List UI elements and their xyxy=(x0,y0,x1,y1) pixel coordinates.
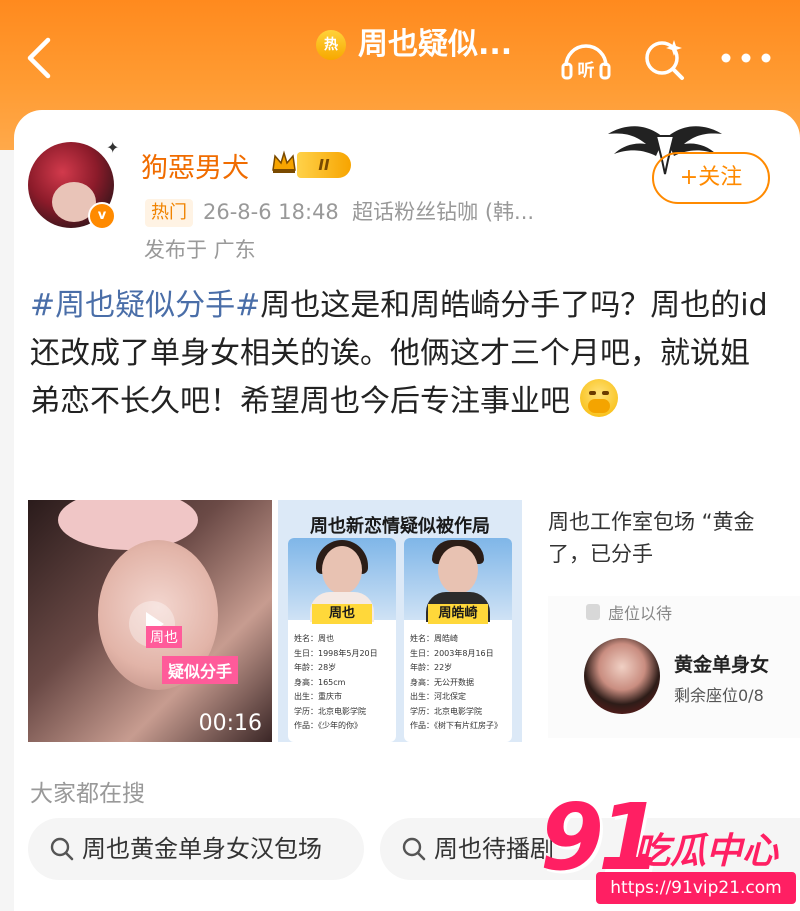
video-thumbnail[interactable]: 周也 疑似分手 00:16 xyxy=(28,500,272,742)
profile-card: 周皓崎 姓名：周皓崎 生日：2003年8月16日 年龄：22岁 身高：无公开数据… xyxy=(404,538,512,742)
profile-details: 姓名：周也 生日：1998年5月20日 年龄：28岁 身高：165cm 出生：重… xyxy=(294,634,378,730)
username[interactable]: 狗惡男犬 xyxy=(141,146,249,185)
more-icon[interactable] xyxy=(718,50,774,66)
crown-icon xyxy=(272,150,296,173)
listen-label: 听 xyxy=(578,60,595,81)
seat-title: 黄金单身女 xyxy=(674,654,770,676)
page-title: 周也疑似... xyxy=(358,27,513,62)
profile-details: 姓名：周皓崎 生日：2003年8月16日 年龄：22岁 身高：无公开数据 出生：… xyxy=(410,634,502,730)
post-source[interactable]: 超话粉丝钻咖 (韩... xyxy=(352,200,534,224)
seat-avatar xyxy=(584,638,660,714)
news-screenshot[interactable]: 周也工作室包场 “黄金 了，已分手 虚位以待 黄金单身女 剩余座位0/8 xyxy=(528,500,800,742)
video-duration: 00:16 xyxy=(198,711,262,736)
watermark-name: 吃瓜中心 xyxy=(634,831,779,872)
seat-icon xyxy=(586,604,600,620)
infographic-image[interactable]: 周也新恋情疑似被作局 周也 姓名：周也 生日：1998年5月20日 年龄：28岁… xyxy=(278,500,522,742)
hot-badge-icon: 热 xyxy=(316,30,346,60)
video-name-tag: 周也 xyxy=(146,626,182,648)
search-icon xyxy=(402,837,426,861)
hot-tag: 热门 xyxy=(145,199,193,227)
follow-button[interactable]: +关注 xyxy=(652,152,770,204)
trending-search-chip[interactable]: 周也黄金单身女汉包场 xyxy=(28,818,364,880)
trending-label: 大家都在搜 xyxy=(30,781,145,807)
seat-label: 虚位以待 xyxy=(608,604,673,623)
news-text: 周也工作室包场 “黄金 了，已分手 xyxy=(548,510,755,566)
search-icon xyxy=(50,837,74,861)
profile-name: 周也 xyxy=(312,604,372,624)
trending-search-label: 周也黄金单身女汉包场 xyxy=(82,835,322,863)
search-spark-icon[interactable] xyxy=(640,36,688,84)
verified-icon: v xyxy=(88,202,116,230)
seat-card: 虚位以待 黄金单身女 剩余座位0/8 xyxy=(548,596,800,738)
post-text: #周也疑似分手#周也这是和周皓崎分手了吗？周也的id还改成了单身女相关的诶。他俩… xyxy=(30,282,770,426)
watermark-url: https://91vip21.com xyxy=(596,872,796,904)
sparkle-icon: ✦ xyxy=(106,138,120,157)
video-caption: 疑似分手 xyxy=(162,656,239,684)
seat-remaining: 剩余座位0/8 xyxy=(674,686,764,705)
crying-emoji-icon xyxy=(579,379,618,417)
listen-icon[interactable]: 听 xyxy=(560,36,612,84)
hashtag-link[interactable]: #周也疑似分手# xyxy=(30,288,260,323)
infographic-title: 周也新恋情疑似被作局 xyxy=(310,516,490,537)
posted-location: 发布于 广东 xyxy=(144,238,256,262)
profile-name: 周皓崎 xyxy=(428,604,488,624)
level-badge: II xyxy=(297,152,351,178)
site-watermark: 91 吃瓜中心 https://91vip21.com xyxy=(530,790,800,911)
post-meta: 热门 26-8-6 18:48 超话粉丝钻咖 (韩... xyxy=(145,196,534,228)
back-icon[interactable] xyxy=(22,36,56,80)
profile-card: 周也 姓名：周也 生日：1998年5月20日 年龄：28岁 身高：165cm 出… xyxy=(288,538,396,742)
post-datetime: 26-8-6 18:48 xyxy=(203,200,339,224)
